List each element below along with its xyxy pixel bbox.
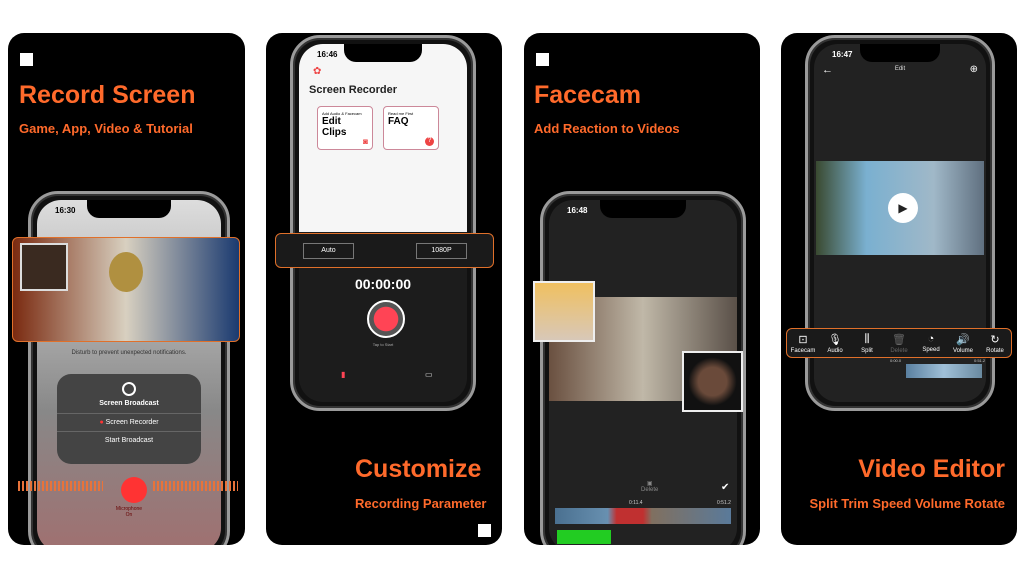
status-time: 16:47 [832,50,853,59]
record-tab-icon[interactable]: ▮ [341,370,345,379]
delete-icon[interactable]: ▣ Delete [641,480,658,493]
speedometer-icon: ◔ [927,333,935,345]
microphone-button[interactable] [121,477,147,503]
square-marker [20,53,33,66]
edit-clips-card[interactable]: Add Audio & Facecam Edit Clips ◙ [317,106,373,150]
facecam-overlay-2 [682,351,743,412]
facecam-icon: ⊡ [798,333,808,346]
tool-label: Rotate [986,347,1004,354]
microphone-icon: 🎙 [828,333,842,346]
tool-facecam[interactable]: ⊡ Facecam [788,333,818,354]
panel-title: Facecam [534,81,642,109]
record-icon [122,382,136,396]
panel-subtitle: Add Reaction to Videos [534,121,680,136]
orientation-select[interactable]: Auto [303,243,354,259]
start-broadcast-button[interactable]: Start Broadcast [57,431,201,449]
edit-toolbar: ⊡ Facecam 🎙 Audio ⫼ Split 🗑 Delete ◔ Speed 🔊 Volume… [786,328,1012,358]
tool-label: Delete [890,347,908,354]
video-preview: ▶ [816,161,984,255]
confirm-icon[interactable]: ✔ [721,482,729,493]
record-button[interactable] [367,300,405,338]
panel-title: Customize [355,455,482,483]
waveform-right [153,481,238,491]
trash-icon: 🗑 [892,333,906,346]
panel-subtitle: Split Trim Speed Volume Rotate [809,496,1005,511]
timer: 00:00:00 [354,276,412,292]
panel-subtitle: Recording Parameter [355,496,487,511]
split-icon: ⫼ [864,332,870,345]
resolution-select[interactable]: 1080P [416,243,467,259]
panel-subtitle: Game, App, Video & Tutorial [19,121,193,136]
status-time: 16:46 [317,50,338,59]
tap-to-start-label: Tap to Start [372,342,394,347]
play-button[interactable]: ▶ [888,193,918,223]
status-time: 16:48 [567,206,588,215]
notice-text: Disturb to prevent unexpected notificati… [71,350,187,356]
facecam-thumbnail [20,243,68,291]
tool-volume[interactable]: 🔊 Volume [948,333,978,354]
broadcast-title: Screen Broadcast [99,400,159,407]
tool-delete[interactable]: 🗑 Delete [884,333,914,354]
panel-video-editor: 16:47 ← Edit ⊕ ▶ 0:00.0 0:51.2 Video Edi… [781,33,1017,545]
tool-label: Audio [827,347,843,354]
tool-label: Facecam [790,347,816,354]
square-marker [478,524,491,537]
tool-speed[interactable]: ◔ Speed [916,333,946,353]
camera-icon: ◙ [363,137,368,146]
recording-settings-bar: Auto 1080P [275,233,494,268]
panel-customize: 16:46 ✿ Screen Recorder Add Audio & Face… [266,33,502,545]
broadcast-sheet: Screen Broadcast ● Screen Recorder Start… [57,374,201,464]
tool-label: Split [861,347,873,354]
export-icon[interactable]: ⊕ [970,64,978,75]
screen-header: Edit [894,66,906,72]
square-marker [536,53,549,66]
tool-label: Speed [922,347,940,353]
panel-title: Video Editor [858,455,1005,483]
faq-card[interactable]: Read me First FAQ ? [383,106,439,150]
microphone-label: Microphone On [115,506,143,518]
green-action-button[interactable] [557,530,611,544]
phone-mockup: 16:46 ✿ Screen Recorder Add Audio & Face… [290,35,476,411]
tool-rotate[interactable]: ↻ Rotate [980,333,1010,354]
game-overlay [12,237,240,342]
tool-audio[interactable]: 🎙 Audio [820,333,850,354]
help-icon: ? [425,137,434,146]
settings-icon[interactable]: ✿ [313,66,321,77]
tool-label: Volume [952,347,973,354]
waveform-left [18,481,103,491]
rotate-icon: ↻ [990,333,1000,346]
volume-icon: 🔊 [956,333,970,346]
app-title: Screen Recorder [309,84,398,96]
tool-split[interactable]: ⫼ Split [852,333,882,354]
app-option[interactable]: ● Screen Recorder [57,413,201,431]
facecam-overlay-1 [533,281,595,342]
timeline-strip[interactable] [906,364,982,378]
panel-title: Record Screen [19,81,196,109]
rank-badge-icon [109,252,143,292]
timeline-strip[interactable] [555,508,731,524]
status-time: 16:30 [55,206,76,215]
video-tab-icon[interactable]: ▭ [425,370,433,379]
